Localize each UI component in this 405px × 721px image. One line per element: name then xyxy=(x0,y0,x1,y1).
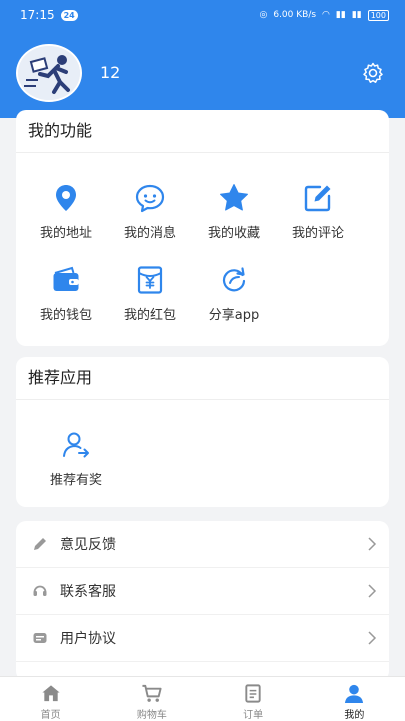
function-label: 我的评论 xyxy=(291,226,344,241)
username[interactable]: 12 xyxy=(100,63,120,82)
function-label: 我的地址 xyxy=(39,226,92,241)
home-icon xyxy=(42,685,60,702)
user-icon xyxy=(345,684,364,704)
function-item-messages[interactable]: 我的消息 xyxy=(108,182,192,241)
menu-card: 意见反馈 联系客服 用户协议 xyxy=(16,521,389,681)
function-label: 分享app xyxy=(208,308,260,323)
avatar[interactable] xyxy=(16,44,82,102)
chevron-right-icon xyxy=(368,584,377,598)
functions-card: 我的功能 我的地址 我的消息 我的收藏 我的评论 我的钱包 我的红包 分享app xyxy=(16,110,389,346)
menu-row-customer-service[interactable]: 联系客服 xyxy=(16,568,389,615)
tab-home[interactable]: 首页 xyxy=(0,677,101,721)
battery-icon: 100 xyxy=(367,9,389,21)
function-item-favorites[interactable]: 我的收藏 xyxy=(192,182,276,241)
function-item-wallet[interactable]: 我的钱包 xyxy=(24,264,108,323)
star-icon xyxy=(220,184,248,211)
pencil-icon xyxy=(34,538,46,550)
menu-label: 联系客服 xyxy=(60,584,116,600)
recommend-item-referral[interactable]: 推荐有奖 xyxy=(34,429,118,488)
tab-me[interactable]: 我的 xyxy=(304,677,405,721)
status-time: 17:15 xyxy=(20,8,55,22)
chevron-right-icon xyxy=(368,537,377,551)
function-item-red-packet[interactable]: 我的红包 xyxy=(108,264,192,323)
recommend-title: 推荐应用 xyxy=(16,357,389,400)
notification-badge: 24 xyxy=(60,9,78,21)
function-label: 我的钱包 xyxy=(39,308,92,323)
gear-icon[interactable] xyxy=(361,61,385,85)
location-status-icon: ◎ xyxy=(259,10,268,20)
cart-icon xyxy=(142,684,162,702)
recommend-label: 推荐有奖 xyxy=(49,473,102,488)
wifi-icon: ◠ xyxy=(322,10,330,20)
chevron-right-icon xyxy=(368,631,377,645)
tab-label: 购物车 xyxy=(136,710,167,721)
function-item-comments[interactable]: 我的评论 xyxy=(276,182,360,241)
bottom-tab-bar: 首页 购物车 订单 我的 xyxy=(0,676,405,721)
share-icon xyxy=(222,267,246,292)
red-packet-icon xyxy=(137,266,163,294)
tab-cart[interactable]: 购物车 xyxy=(101,677,202,721)
tab-orders[interactable]: 订单 xyxy=(203,677,304,721)
signal-icon-2: ▮▮ xyxy=(351,10,362,20)
message-icon xyxy=(135,184,165,213)
menu-label: 意见反馈 xyxy=(60,537,116,553)
function-label: 我的消息 xyxy=(123,226,176,241)
location-icon xyxy=(56,185,76,211)
network-speed: 6.00 KB/s xyxy=(273,10,317,20)
order-icon xyxy=(245,684,261,703)
referral-icon xyxy=(63,432,89,458)
functions-title: 我的功能 xyxy=(16,110,389,153)
menu-row-user-agreement[interactable]: 用户协议 xyxy=(16,615,389,662)
status-bar: 17:15 24 ◎ 6.00 KB/s ◠ ▮▮ ▮▮ 100 xyxy=(0,0,405,30)
tab-label: 订单 xyxy=(243,710,264,721)
function-label: 我的收藏 xyxy=(207,226,260,241)
headset-icon xyxy=(33,585,47,596)
agreement-icon xyxy=(33,633,47,643)
wallet-icon xyxy=(53,266,79,291)
menu-row-feedback[interactable]: 意见反馈 xyxy=(16,521,389,568)
edit-icon xyxy=(304,185,331,212)
tab-label: 我的 xyxy=(344,710,365,721)
function-item-address[interactable]: 我的地址 xyxy=(24,182,108,241)
function-label: 我的红包 xyxy=(123,308,176,323)
menu-label: 用户协议 xyxy=(60,631,116,647)
function-item-share[interactable]: 分享app xyxy=(192,264,276,323)
signal-icon: ▮▮ xyxy=(335,10,346,20)
tab-label: 首页 xyxy=(40,710,61,721)
recommend-card: 推荐应用 推荐有奖 xyxy=(16,357,389,507)
